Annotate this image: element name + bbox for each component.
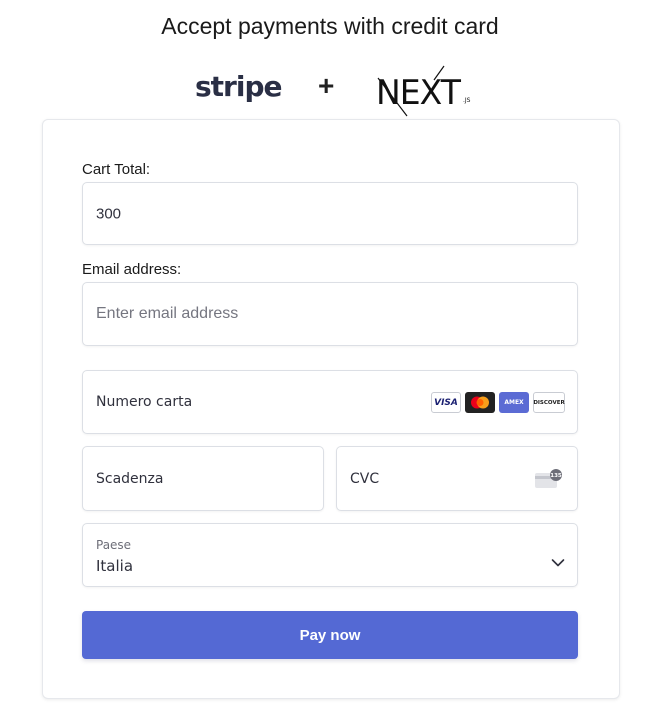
email-placeholder: Enter email address xyxy=(96,305,239,322)
page-title: Accept payments with credit card xyxy=(161,13,499,39)
expiry-field[interactable]: Scadenza xyxy=(82,446,324,511)
nextjs-logo-suffix: .JS xyxy=(463,97,471,104)
payment-page: Accept payments with credit card stripe … xyxy=(0,0,660,726)
card-number-field[interactable]: Numero carta VISA AMEX DISCOVER xyxy=(82,370,578,434)
cart-total-label: Cart Total: xyxy=(82,161,151,178)
stripe-logo: stripe xyxy=(195,70,282,103)
email-label: Email address: xyxy=(82,261,182,278)
logos-row: stripe + NEXT .JS xyxy=(0,64,660,118)
cart-total-value: 300 xyxy=(96,205,122,222)
nextjs-logo: NEXT .JS xyxy=(376,65,471,117)
visa-icon: VISA xyxy=(431,392,461,413)
pay-now-button[interactable]: Pay now xyxy=(82,611,578,659)
cvc-placeholder: CVC xyxy=(350,470,380,487)
cvc-card-icon: 135 xyxy=(535,469,562,488)
country-label: Paese xyxy=(96,538,132,552)
card-number-placeholder: Numero carta xyxy=(96,394,193,410)
amex-icon: AMEX xyxy=(499,392,529,413)
country-select[interactable]: Paese Italia xyxy=(82,523,578,587)
plus-sign: + xyxy=(318,70,335,101)
expiry-placeholder: Scadenza xyxy=(96,470,164,487)
country-value: Italia xyxy=(96,557,134,575)
mastercard-icon xyxy=(465,392,495,413)
cvc-field[interactable]: CVC 135 xyxy=(336,446,578,511)
cart-total-field[interactable]: 300 xyxy=(82,182,578,245)
cvc-badge: 135 xyxy=(550,473,562,479)
chevron-down-icon xyxy=(551,559,565,567)
card-brands: VISA AMEX DISCOVER xyxy=(431,392,565,414)
email-field[interactable]: Enter email address xyxy=(82,282,578,346)
discover-icon: DISCOVER xyxy=(533,392,565,413)
